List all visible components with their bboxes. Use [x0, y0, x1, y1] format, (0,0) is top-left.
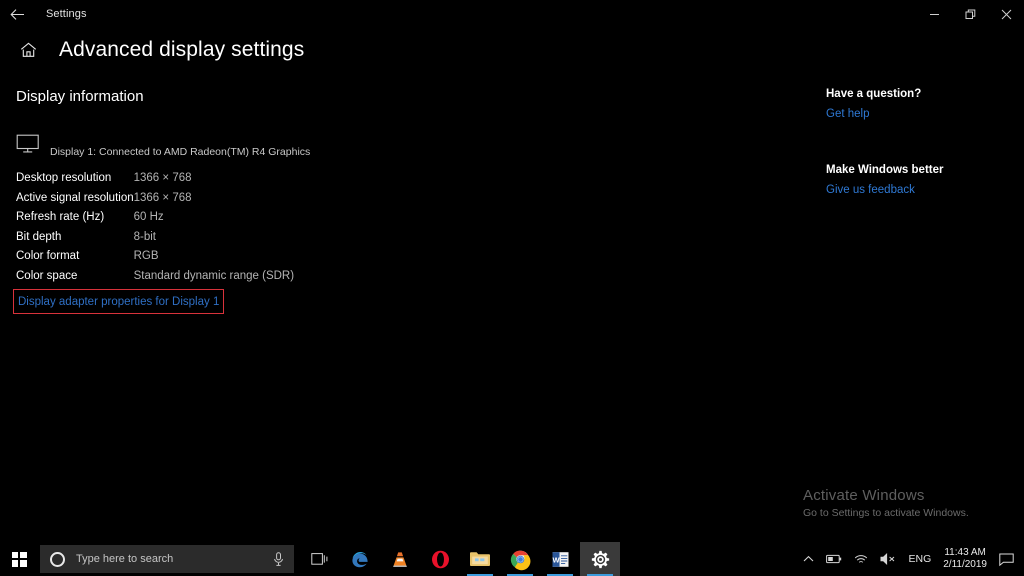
start-tile — [20, 560, 27, 567]
display-information-section: Display information Display 1: Connected… — [16, 88, 144, 105]
table-row: Desktop resolution 1366 × 768 — [16, 172, 294, 192]
search-input[interactable]: Type here to search — [76, 553, 273, 565]
cortana-circle-icon[interactable] — [50, 552, 65, 567]
clock-time: 11:43 AM — [943, 547, 987, 560]
svg-text:W: W — [552, 555, 560, 564]
info-label: Refresh rate (Hz) — [16, 211, 134, 231]
adapter-link-highlight: Display adapter properties for Display 1 — [13, 289, 224, 314]
microsoft-edge-icon[interactable] — [340, 542, 380, 576]
get-help-link[interactable]: Get help — [826, 108, 1016, 120]
watermark-title: Activate Windows — [803, 487, 969, 504]
clock[interactable]: 11:43 AM 2/11/2019 — [937, 547, 995, 572]
close-button[interactable] — [988, 0, 1024, 28]
info-label: Color format — [16, 250, 134, 270]
start-button[interactable] — [0, 542, 38, 576]
give-us-feedback-link[interactable]: Give us feedback — [826, 184, 1016, 196]
clock-date: 2/11/2019 — [943, 559, 987, 572]
google-chrome-icon[interactable] — [500, 542, 540, 576]
caption-buttons — [916, 0, 1024, 28]
microsoft-word-icon[interactable]: W — [540, 542, 580, 576]
page-title: Advanced display settings — [59, 38, 304, 62]
opera-browser-icon[interactable] — [420, 542, 460, 576]
watermark-subtitle: Go to Settings to activate Windows. — [803, 507, 969, 519]
title-bar: Settings — [0, 0, 1024, 28]
right-rail: Have a question? Get help Make Windows b… — [826, 88, 1016, 196]
back-arrow-icon[interactable] — [0, 0, 34, 28]
have-a-question-heading: Have a question? — [826, 88, 1016, 100]
info-value: 8-bit — [134, 231, 294, 251]
info-value: 1366 × 768 — [134, 172, 294, 192]
taskbar-app-icons: W — [300, 542, 620, 576]
display-info-table: Desktop resolution 1366 × 768 Active sig… — [16, 172, 294, 289]
battery-icon[interactable] — [820, 542, 848, 576]
vlc-media-player-icon[interactable] — [380, 542, 420, 576]
section-title: Display information — [16, 88, 144, 105]
info-value: RGB — [134, 250, 294, 270]
language-indicator[interactable]: ENG — [902, 553, 937, 565]
display-info-rows: Desktop resolution 1366 × 768 Active sig… — [16, 172, 294, 289]
feedback-group: Make Windows better Give us feedback — [826, 164, 1016, 196]
wifi-icon[interactable] — [848, 542, 874, 576]
info-label: Color space — [16, 270, 134, 290]
page-header: Advanced display settings — [0, 38, 304, 62]
file-explorer-icon[interactable] — [460, 542, 500, 576]
restore-button[interactable] — [952, 0, 988, 28]
window-title: Settings — [46, 8, 87, 20]
start-tile — [12, 560, 19, 567]
table-row: Color space Standard dynamic range (SDR) — [16, 270, 294, 290]
table-row: Bit depth 8-bit — [16, 231, 294, 251]
system-tray: ENG 11:43 AM 2/11/2019 — [797, 542, 1024, 576]
info-value: 60 Hz — [134, 211, 294, 231]
info-label: Desktop resolution — [16, 172, 134, 192]
activate-windows-watermark: Activate Windows Go to Settings to activ… — [803, 487, 969, 519]
task-view-icon[interactable] — [300, 542, 340, 576]
action-center-icon[interactable] — [995, 553, 1024, 566]
table-row: Active signal resolution 1366 × 768 — [16, 192, 294, 212]
show-hidden-icons-chevron[interactable] — [797, 542, 820, 576]
info-value: 1366 × 768 — [134, 192, 294, 212]
monitor-icon — [16, 134, 42, 159]
table-row: Refresh rate (Hz) 60 Hz — [16, 211, 294, 231]
taskbar: Type here to search — [0, 542, 1024, 576]
table-row: Color format RGB — [16, 250, 294, 270]
volume-muted-icon[interactable] — [874, 542, 902, 576]
windows-start-icon — [12, 552, 27, 567]
display-caption: Display 1: Connected to AMD Radeon(TM) R… — [50, 146, 310, 158]
start-tile — [12, 552, 19, 559]
taskbar-search-box[interactable]: Type here to search — [40, 545, 294, 573]
settings-window: Settings Advanced display — [0, 0, 1024, 576]
info-value: Standard dynamic range (SDR) — [134, 270, 294, 290]
display-device-row: Display 1: Connected to AMD Radeon(TM) R… — [16, 134, 310, 159]
display-adapter-properties-link[interactable]: Display adapter properties for Display 1 — [18, 296, 219, 308]
info-label: Active signal resolution — [16, 192, 134, 212]
start-tile — [20, 552, 27, 559]
info-label: Bit depth — [16, 231, 134, 251]
settings-gear-icon[interactable] — [580, 542, 620, 576]
minimize-button[interactable] — [916, 0, 952, 28]
make-windows-better-heading: Make Windows better — [826, 164, 1016, 176]
home-icon[interactable] — [10, 42, 46, 58]
microphone-icon[interactable] — [273, 552, 284, 566]
